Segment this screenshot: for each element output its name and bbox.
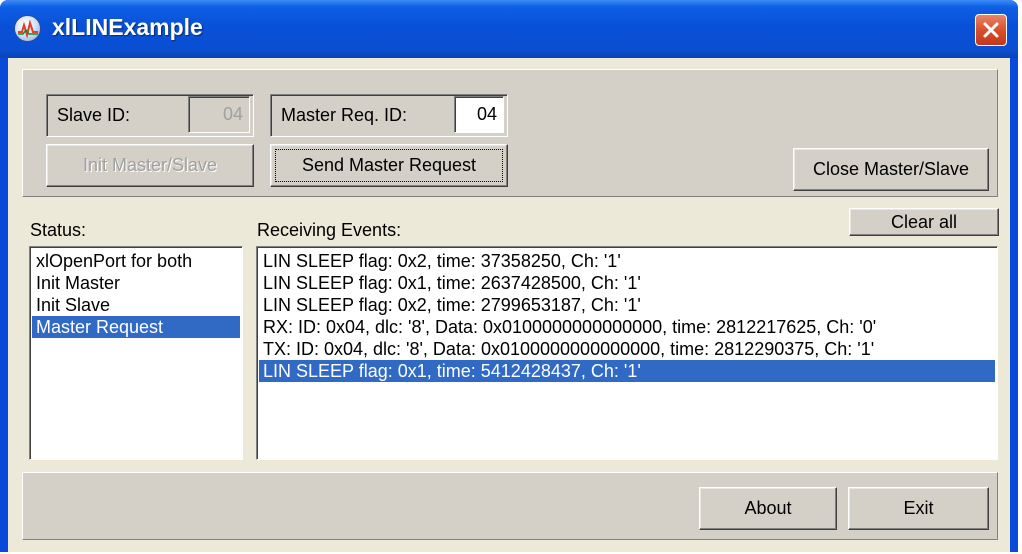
master-req-label: Master Req. ID:: [281, 105, 408, 125]
master-req-field[interactable]: 04: [454, 96, 504, 133]
receiving-events-label: Receiving Events:: [257, 220, 402, 240]
title-bar[interactable]: xlLINExample: [0, 0, 1018, 58]
app-window: xlLINExample Slave ID: 04 Master Req. ID…: [0, 0, 1018, 552]
status-label: Status:: [30, 220, 87, 240]
slave-id-group: Slave ID: 04: [46, 94, 254, 137]
init-master-slave-button[interactable]: Init Master/Slave: [46, 144, 254, 187]
exit-button[interactable]: Exit: [848, 487, 989, 530]
close-master-slave-button[interactable]: Close Master/Slave: [793, 148, 989, 191]
status-item-0[interactable]: xlOpenPort for both: [32, 250, 240, 272]
app-icon: [14, 15, 41, 42]
event-item-2[interactable]: LIN SLEEP flag: 0x2, time: 2799653187, C…: [259, 294, 995, 316]
slave-id-field[interactable]: 04: [188, 96, 250, 133]
close-window-button[interactable]: [975, 14, 1007, 46]
focus-rect: [275, 149, 503, 182]
status-listbox[interactable]: xlOpenPort for both Init Master Init Sla…: [29, 246, 243, 460]
send-master-request-button[interactable]: Send Master Request: [270, 144, 508, 187]
event-item-3[interactable]: RX: ID: 0x04, dlc: '8', Data: 0x01000000…: [259, 316, 995, 338]
event-item-5[interactable]: LIN SLEEP flag: 0x1, time: 5412428437, C…: [259, 360, 995, 382]
event-item-0[interactable]: LIN SLEEP flag: 0x2, time: 37358250, Ch:…: [259, 250, 995, 272]
top-panel: Slave ID: 04 Master Req. ID: 04 Init Mas…: [22, 69, 998, 197]
master-req-group: Master Req. ID: 04: [270, 94, 508, 137]
event-item-1[interactable]: LIN SLEEP flag: 0x1, time: 2637428500, C…: [259, 272, 995, 294]
status-item-2[interactable]: Init Slave: [32, 294, 240, 316]
status-item-3[interactable]: Master Request: [32, 316, 240, 338]
event-item-4[interactable]: TX: ID: 0x04, dlc: '8', Data: 0x01000000…: [259, 338, 995, 360]
events-listbox[interactable]: LIN SLEEP flag: 0x2, time: 37358250, Ch:…: [256, 246, 998, 460]
slave-id-label: Slave ID:: [57, 105, 131, 125]
clear-all-button[interactable]: Clear all: [849, 208, 999, 236]
client-area: Slave ID: 04 Master Req. ID: 04 Init Mas…: [8, 58, 1010, 552]
window-title: xlLINExample: [52, 14, 203, 40]
bottom-panel: About Exit: [22, 472, 998, 540]
about-button[interactable]: About: [699, 487, 837, 530]
status-item-1[interactable]: Init Master: [32, 272, 240, 294]
close-icon: [983, 22, 999, 38]
